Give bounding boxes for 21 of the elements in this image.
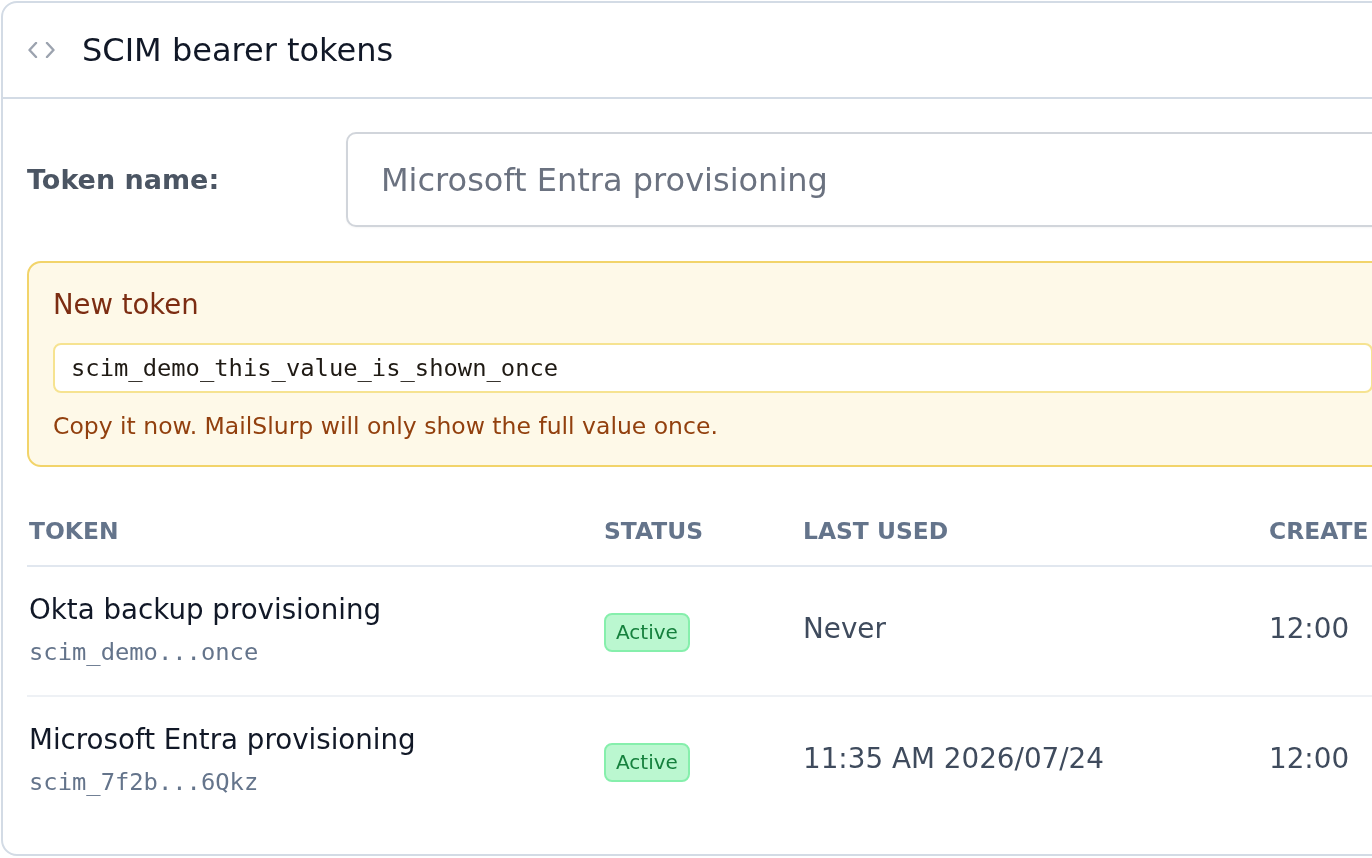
last-used-cell: Never: [803, 612, 886, 646]
column-header: STATUS: [604, 517, 704, 545]
created-cell: 12:00: [1269, 612, 1350, 646]
panel-title: New token: [53, 287, 200, 321]
created-cell: 12:00: [1269, 742, 1350, 776]
status-badge: Active: [604, 612, 690, 652]
token-name: Microsoft Entra provisioning: [29, 723, 416, 757]
column-header: CREATE: [1269, 517, 1369, 545]
token-value-field[interactable]: scim_demo_this_value_is_shown_once: [53, 343, 1372, 393]
token-preview: scim_7f2b...6Qkz: [29, 767, 259, 797]
token-preview: scim_demo...once: [29, 637, 259, 667]
last-used-cell: 11:35 AM 2026/07/24: [803, 742, 1104, 776]
token-name-input[interactable]: Microsoft Entra provisioning: [346, 132, 1372, 227]
token-name: Okta backup provisioning: [29, 593, 382, 627]
status-badge: Active: [604, 742, 690, 782]
angle-brackets-icon: [28, 42, 55, 58]
column-header: TOKEN: [29, 517, 119, 545]
column-header: LAST USED: [803, 517, 949, 545]
field-label: Token name:: [27, 164, 221, 195]
copy-note: Copy it now. MailSlurp will only show the full value once.: [53, 411, 719, 441]
page-title: SCIM bearer tokens: [82, 30, 394, 70]
